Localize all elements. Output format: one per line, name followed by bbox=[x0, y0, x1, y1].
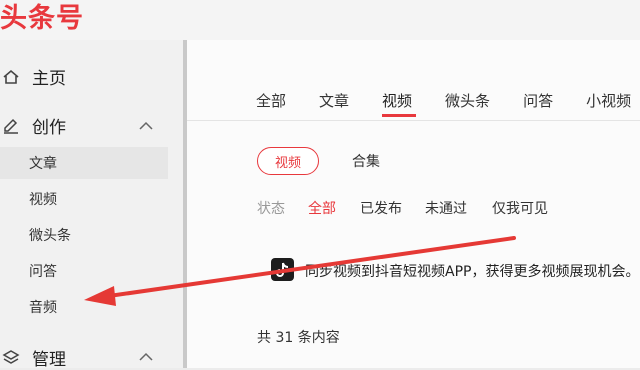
sidebar-subitem-audio[interactable]: 音频 bbox=[29, 297, 57, 317]
sidebar-item-label: 创作 bbox=[32, 118, 66, 138]
top-bar: 头条号 bbox=[0, 0, 640, 40]
chevron-up-icon[interactable] bbox=[138, 120, 154, 132]
sidebar-item-label: 主页 bbox=[32, 69, 66, 89]
subtab-video-pill[interactable]: 视频 bbox=[257, 147, 319, 175]
tab-video[interactable]: 视频 bbox=[382, 90, 412, 111]
douyin-promo-text[interactable]: 同步视频到抖音短视频APP，获得更多视频展现机会。 bbox=[305, 261, 639, 281]
brand-logo[interactable]: 头条号 bbox=[0, 0, 84, 35]
tab-all[interactable]: 全部 bbox=[256, 90, 286, 111]
subtab-collection[interactable]: 合集 bbox=[352, 151, 380, 171]
total-count: 共 31 条内容 bbox=[257, 330, 340, 346]
active-item-highlight bbox=[0, 147, 168, 179]
tab-short-video[interactable]: 小视频 bbox=[586, 90, 631, 111]
chevron-up-icon[interactable] bbox=[138, 351, 154, 363]
tabs-divider bbox=[187, 120, 640, 121]
sidebar-item-create[interactable]: 创作 bbox=[0, 113, 66, 138]
sidebar-subitem-article[interactable]: 文章 bbox=[29, 153, 57, 173]
sidebar-subitem-qa[interactable]: 问答 bbox=[29, 261, 57, 281]
layers-icon bbox=[0, 347, 22, 369]
content-type-tabs: 全部 文章 视频 微头条 问答 小视频 bbox=[256, 90, 640, 111]
filter-published[interactable]: 已发布 bbox=[360, 198, 402, 218]
home-icon bbox=[0, 66, 22, 88]
sidebar: 主页 创作 文章 视频 微头条 问答 音频 管理 bbox=[0, 40, 183, 370]
filter-rejected[interactable]: 未通过 bbox=[425, 198, 467, 218]
filter-all[interactable]: 全部 bbox=[308, 198, 336, 218]
tab-qa[interactable]: 问答 bbox=[523, 90, 553, 111]
active-tab-underline bbox=[382, 114, 416, 117]
filter-label: 状态 bbox=[257, 201, 285, 217]
douyin-icon bbox=[271, 258, 294, 281]
tab-article[interactable]: 文章 bbox=[319, 90, 349, 111]
sidebar-subitem-weitoutiao[interactable]: 微头条 bbox=[29, 225, 71, 245]
sidebar-item-label: 管理 bbox=[32, 350, 66, 370]
sidebar-item-manage[interactable]: 管理 bbox=[0, 345, 66, 370]
edit-icon bbox=[0, 115, 22, 137]
filter-private[interactable]: 仅我可见 bbox=[492, 198, 548, 218]
tab-weitoutiao[interactable]: 微头条 bbox=[445, 90, 490, 111]
sidebar-subitem-video[interactable]: 视频 bbox=[29, 189, 57, 209]
sidebar-item-home[interactable]: 主页 bbox=[0, 64, 66, 89]
